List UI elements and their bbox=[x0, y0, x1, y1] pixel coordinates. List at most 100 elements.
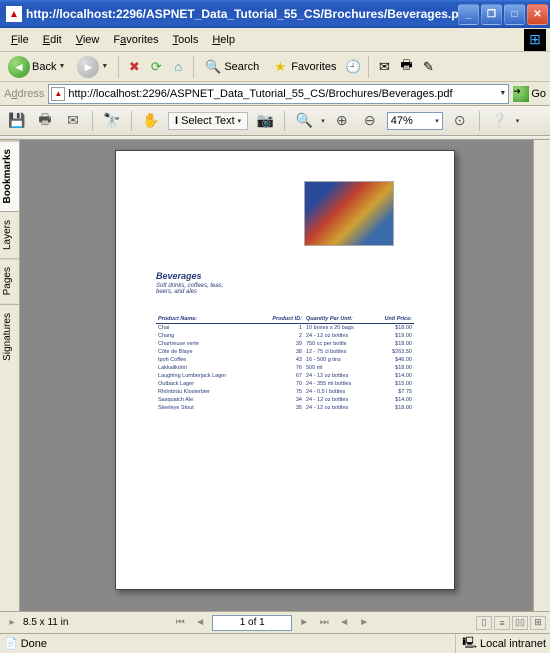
refresh-button[interactable]: ⟳ bbox=[147, 58, 165, 76]
go-button[interactable]: ➔ Go bbox=[513, 86, 546, 102]
zoom-100-button[interactable]: ⊙ bbox=[449, 110, 471, 132]
menu-view[interactable]: View bbox=[69, 32, 107, 48]
zoom-dropdown-icon[interactable]: ▾ bbox=[435, 117, 439, 125]
forward-icon: ► bbox=[77, 56, 99, 78]
last-page-button[interactable]: ⏭ bbox=[316, 616, 332, 630]
back-label: Back bbox=[32, 61, 56, 73]
tab-layers[interactable]: Layers bbox=[0, 211, 19, 258]
app-icon: ▲ bbox=[6, 6, 22, 22]
menu-bar: File Edit View Favorites Tools Help ⊞ bbox=[0, 28, 550, 52]
table-row: Sasquatch Ale3424 - 12 oz bottles$14.00 bbox=[156, 396, 414, 404]
zoom-value: 47% bbox=[391, 115, 413, 127]
edit-button[interactable]: ✎ bbox=[419, 58, 437, 76]
address-box[interactable]: ▲ ▼ bbox=[48, 84, 509, 104]
forward-dropdown-icon[interactable]: ▼ bbox=[101, 63, 108, 70]
pdf-toolbar-1: 💾 🖶 ✉ 🔭 ✋ I Select Text ▾ 📷 🔍 ▾ ⊕ ⊖ 47% … bbox=[0, 106, 550, 136]
stop-button[interactable]: ✖ bbox=[125, 58, 143, 76]
menu-edit[interactable]: Edit bbox=[36, 32, 69, 48]
back-button[interactable]: ◄ Back ▼ bbox=[4, 54, 69, 80]
select-text-button[interactable]: I Select Text ▾ bbox=[168, 112, 248, 130]
zoomout-dropdown-icon[interactable]: ▾ bbox=[321, 117, 325, 125]
go-icon: ➔ bbox=[513, 86, 529, 102]
window-titlebar: ▲ http://localhost:2296/ASPNET_Data_Tuto… bbox=[0, 0, 550, 28]
tab-signatures[interactable]: Signatures bbox=[0, 304, 19, 369]
pdf-main: Bookmarks Layers Pages Signatures Bevera… bbox=[0, 140, 550, 611]
search-label: Search bbox=[224, 61, 259, 73]
address-input[interactable] bbox=[68, 88, 499, 100]
col-price: Unit Price: bbox=[374, 315, 414, 324]
zoom-in-button[interactable]: ⊕ bbox=[331, 110, 353, 132]
pdf-viewport[interactable]: Beverages Soft drinks, coffees, teas, be… bbox=[20, 140, 550, 611]
zoom-minus-button[interactable]: ⊖ bbox=[359, 110, 381, 132]
address-label: Address bbox=[4, 88, 44, 100]
table-row: Laughing Lumberjack Lager6724 - 12 oz bo… bbox=[156, 372, 414, 380]
nav-fwd-button[interactable]: ► bbox=[356, 616, 372, 630]
select-dropdown-icon[interactable]: ▾ bbox=[238, 117, 242, 125]
single-page-button[interactable]: ▯ bbox=[476, 616, 492, 630]
menu-help[interactable]: Help bbox=[205, 32, 242, 48]
binoculars-button[interactable]: 🔭 bbox=[101, 110, 123, 132]
throbber-icon: ⊞ bbox=[524, 29, 546, 51]
home-button[interactable]: ⌂ bbox=[169, 58, 187, 76]
table-row: Outback Lager7024 - 355 ml bottles$15.00 bbox=[156, 380, 414, 388]
search-button[interactable]: 🔍 Search bbox=[200, 56, 263, 78]
minimize-button[interactable]: _ bbox=[458, 4, 479, 25]
side-tabs: Bookmarks Layers Pages Signatures bbox=[0, 140, 20, 611]
table-row: Côte de Blaye3812 - 75 cl bottles$263.50 bbox=[156, 348, 414, 356]
facing-button[interactable]: ▯▯ bbox=[512, 616, 528, 630]
table-row: Ipoh Coffee4316 - 500 g tins$46.00 bbox=[156, 356, 414, 364]
product-table: Product Name: Product ID: Quantity Per U… bbox=[156, 315, 414, 412]
browser-toolbar: ◄ Back ▼ ► ▼ ✖ ⟳ ⌂ 🔍 Search ★ Favorites … bbox=[0, 52, 550, 82]
text-select-icon: I bbox=[175, 115, 178, 127]
expand-icon[interactable]: ▸ bbox=[4, 616, 20, 630]
pdf-status-bar: ▸ 8.5 x 11 in ⏮ ◄ ► ⏭ ◄ ► ▯ ≡ ▯▯ ⊞ bbox=[0, 611, 550, 633]
next-page-button[interactable]: ► bbox=[296, 616, 312, 630]
menu-file[interactable]: File bbox=[4, 32, 36, 48]
snapshot-button[interactable]: 📷 bbox=[254, 110, 276, 132]
zoom-input[interactable]: 47% ▾ bbox=[387, 112, 443, 130]
save-button[interactable]: 💾 bbox=[6, 110, 28, 132]
maximize-button[interactable]: □ bbox=[504, 4, 525, 25]
help-dropdown-icon[interactable]: ▾ bbox=[516, 117, 520, 125]
nav-back-button[interactable]: ◄ bbox=[336, 616, 352, 630]
favorites-label: Favorites bbox=[291, 61, 336, 73]
doc-subtitle: Soft drinks, coffees, teas, beers, and a… bbox=[156, 283, 226, 295]
go-label: Go bbox=[531, 88, 546, 100]
help-button[interactable]: ❔ bbox=[488, 110, 510, 132]
page-indicator-input[interactable] bbox=[212, 615, 292, 631]
browser-status-bar: 📄 Done 🖳 Local intranet bbox=[0, 633, 550, 653]
zone-label: Local intranet bbox=[480, 638, 546, 650]
continuous-button[interactable]: ≡ bbox=[494, 616, 510, 630]
menu-tools[interactable]: Tools bbox=[166, 32, 206, 48]
close-button[interactable]: ✕ bbox=[527, 4, 548, 25]
pdf-file-icon: ▲ bbox=[51, 87, 65, 101]
email-button[interactable]: ✉ bbox=[62, 110, 84, 132]
table-row: Rhönbräu Klosterbier7524 - 0.5 l bottles… bbox=[156, 388, 414, 396]
first-page-button[interactable]: ⏮ bbox=[172, 616, 188, 630]
forward-button[interactable]: ► ▼ bbox=[73, 54, 112, 80]
favorites-button[interactable]: ★ Favorites bbox=[267, 56, 340, 78]
table-row: Chai110 boxes x 20 bags$18.00 bbox=[156, 324, 414, 333]
security-zone: 🖳 Local intranet bbox=[455, 634, 546, 653]
tab-bookmarks[interactable]: Bookmarks bbox=[0, 140, 19, 211]
pdf-print-button[interactable]: 🖶 bbox=[34, 110, 56, 132]
hand-tool-button[interactable]: ✋ bbox=[140, 110, 162, 132]
search-icon: 🔍 bbox=[204, 58, 222, 76]
zoom-out-button[interactable]: 🔍 bbox=[293, 110, 315, 132]
back-dropdown-icon[interactable]: ▼ bbox=[58, 63, 65, 70]
tab-pages[interactable]: Pages bbox=[0, 258, 19, 303]
window-title: http://localhost:2296/ASPNET_Data_Tutori… bbox=[26, 7, 458, 21]
table-row: Steeleye Stout3524 - 12 oz bottles$18.00 bbox=[156, 404, 414, 412]
continuous-facing-button[interactable]: ⊞ bbox=[530, 616, 546, 630]
menu-favorites[interactable]: Favorites bbox=[106, 32, 165, 48]
pdf-page: Beverages Soft drinks, coffees, teas, be… bbox=[115, 150, 455, 590]
print-button[interactable]: 🖶 bbox=[397, 58, 415, 76]
address-dropdown-icon[interactable]: ▼ bbox=[499, 90, 506, 97]
restore-button[interactable]: ❐ bbox=[481, 4, 502, 25]
mail-button[interactable]: ✉ bbox=[375, 58, 393, 76]
history-button[interactable]: 🕘 bbox=[344, 58, 362, 76]
col-qty: Quantity Per Unit: bbox=[304, 315, 374, 324]
prev-page-button[interactable]: ◄ bbox=[192, 616, 208, 630]
select-text-label: Select Text bbox=[181, 115, 235, 127]
page-icon: 📄 bbox=[4, 637, 18, 650]
